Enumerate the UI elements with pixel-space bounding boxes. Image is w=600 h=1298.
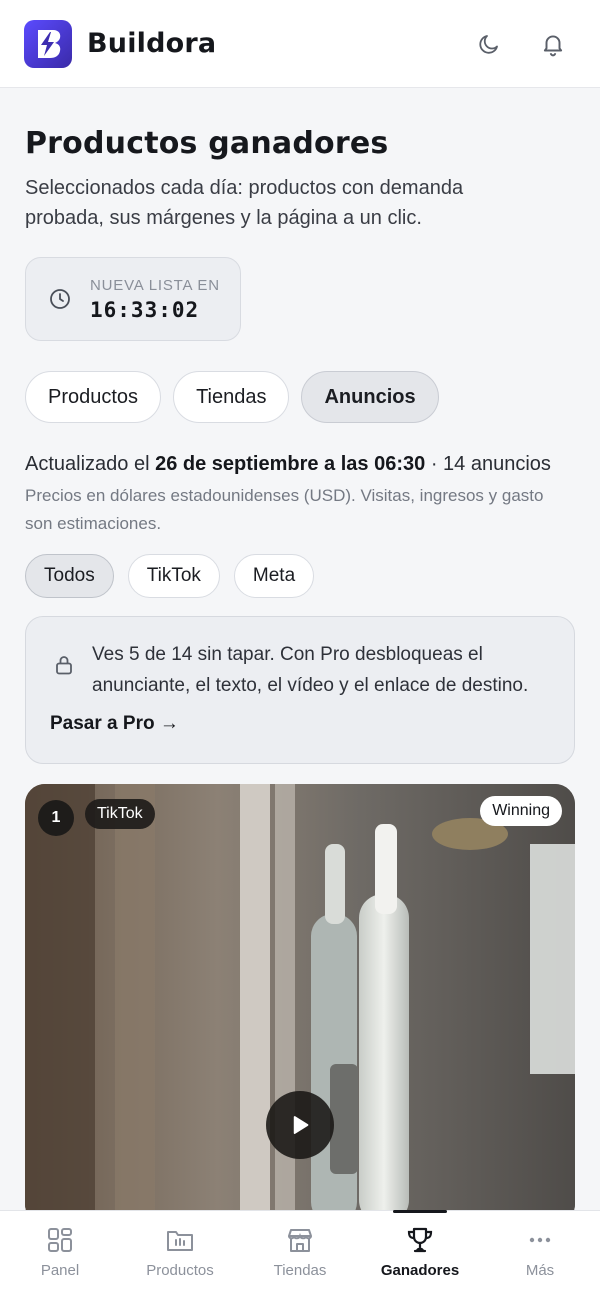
ad-status-badge: Winning bbox=[480, 796, 562, 826]
nav-label: Ganadores bbox=[380, 1262, 460, 1279]
page-title: Productos ganadores bbox=[25, 126, 389, 161]
ad-platform-badge: TikTok bbox=[85, 799, 155, 829]
next-list-timer: NUEVA LISTA EN 16:33:02 bbox=[25, 257, 241, 341]
ad-rank-badge: 1 bbox=[38, 800, 74, 836]
more-icon bbox=[529, 1237, 551, 1243]
tab-tiendas[interactable]: Tiendas bbox=[173, 371, 290, 423]
timer-value: 16:33:02 bbox=[90, 297, 200, 322]
play-icon bbox=[293, 1116, 309, 1134]
nav-panel[interactable]: Panel bbox=[0, 1211, 120, 1298]
filter-tiktok[interactable]: TikTok bbox=[127, 554, 220, 598]
nav-ganadores[interactable]: Ganadores bbox=[360, 1210, 480, 1298]
update-date: 26 de septiembre a las 06:30 bbox=[155, 453, 426, 475]
notifications-button[interactable] bbox=[538, 29, 568, 59]
app-header: Buildora bbox=[0, 0, 600, 88]
bolt-logo-icon bbox=[38, 29, 61, 58]
pro-upsell-banner: Ves 5 de 14 sin tapar. Con Pro desbloque… bbox=[25, 616, 575, 764]
bell-icon bbox=[543, 34, 563, 56]
ad-count: · 14 anuncios bbox=[430, 453, 551, 475]
section-tabs: Productos Tiendas Anuncios bbox=[25, 371, 575, 423]
theme-toggle-button[interactable] bbox=[474, 29, 504, 59]
nav-productos[interactable]: Productos bbox=[120, 1211, 240, 1298]
trophy-icon bbox=[407, 1227, 433, 1253]
clock-icon bbox=[50, 289, 70, 309]
update-info: Actualizado el 26 de septiembre a las 06… bbox=[25, 453, 575, 476]
store-icon bbox=[288, 1229, 312, 1252]
nav-label: Productos bbox=[146, 1262, 214, 1279]
app-logo[interactable] bbox=[24, 19, 72, 68]
box-icon bbox=[167, 1231, 193, 1251]
tab-anuncios[interactable]: Anuncios bbox=[301, 371, 439, 423]
bottom-navigation: Panel Productos Tiendas Ganadores Más bbox=[0, 1210, 600, 1298]
nav-label: Panel bbox=[40, 1262, 80, 1279]
page-subtitle: Seleccionados cada día: productos con de… bbox=[25, 177, 464, 229]
main-content: Productos ganadores Seleccionados cada d… bbox=[0, 88, 600, 1210]
update-prefix: Actualizado el bbox=[25, 453, 150, 475]
nav-label: Más bbox=[525, 1262, 555, 1279]
timer-label: NUEVA LISTA EN bbox=[90, 276, 220, 294]
ad-card[interactable]: 1 TikTok Winning bbox=[25, 784, 575, 1210]
app-name: Buildora bbox=[87, 28, 217, 59]
filter-meta[interactable]: Meta bbox=[233, 554, 315, 598]
moon-icon bbox=[479, 34, 498, 54]
lock-icon bbox=[56, 656, 72, 675]
nav-label: Tiendas bbox=[273, 1262, 327, 1279]
upgrade-pro-link[interactable]: Pasar a Pro → bbox=[50, 713, 179, 735]
nav-mas[interactable]: Más bbox=[480, 1211, 600, 1298]
play-button[interactable] bbox=[266, 1091, 334, 1159]
filter-todos[interactable]: Todos bbox=[25, 554, 114, 598]
platform-filters: Todos TikTok Meta bbox=[25, 554, 575, 598]
grid-icon bbox=[48, 1228, 72, 1252]
pro-upsell-text: Ves 5 de 14 sin tapar. Con Pro desbloque… bbox=[92, 644, 529, 696]
nav-tiendas[interactable]: Tiendas bbox=[240, 1211, 360, 1298]
tab-productos[interactable]: Productos bbox=[25, 371, 162, 423]
pricing-note: Precios en dólares estadounidenses (USD)… bbox=[25, 486, 544, 533]
